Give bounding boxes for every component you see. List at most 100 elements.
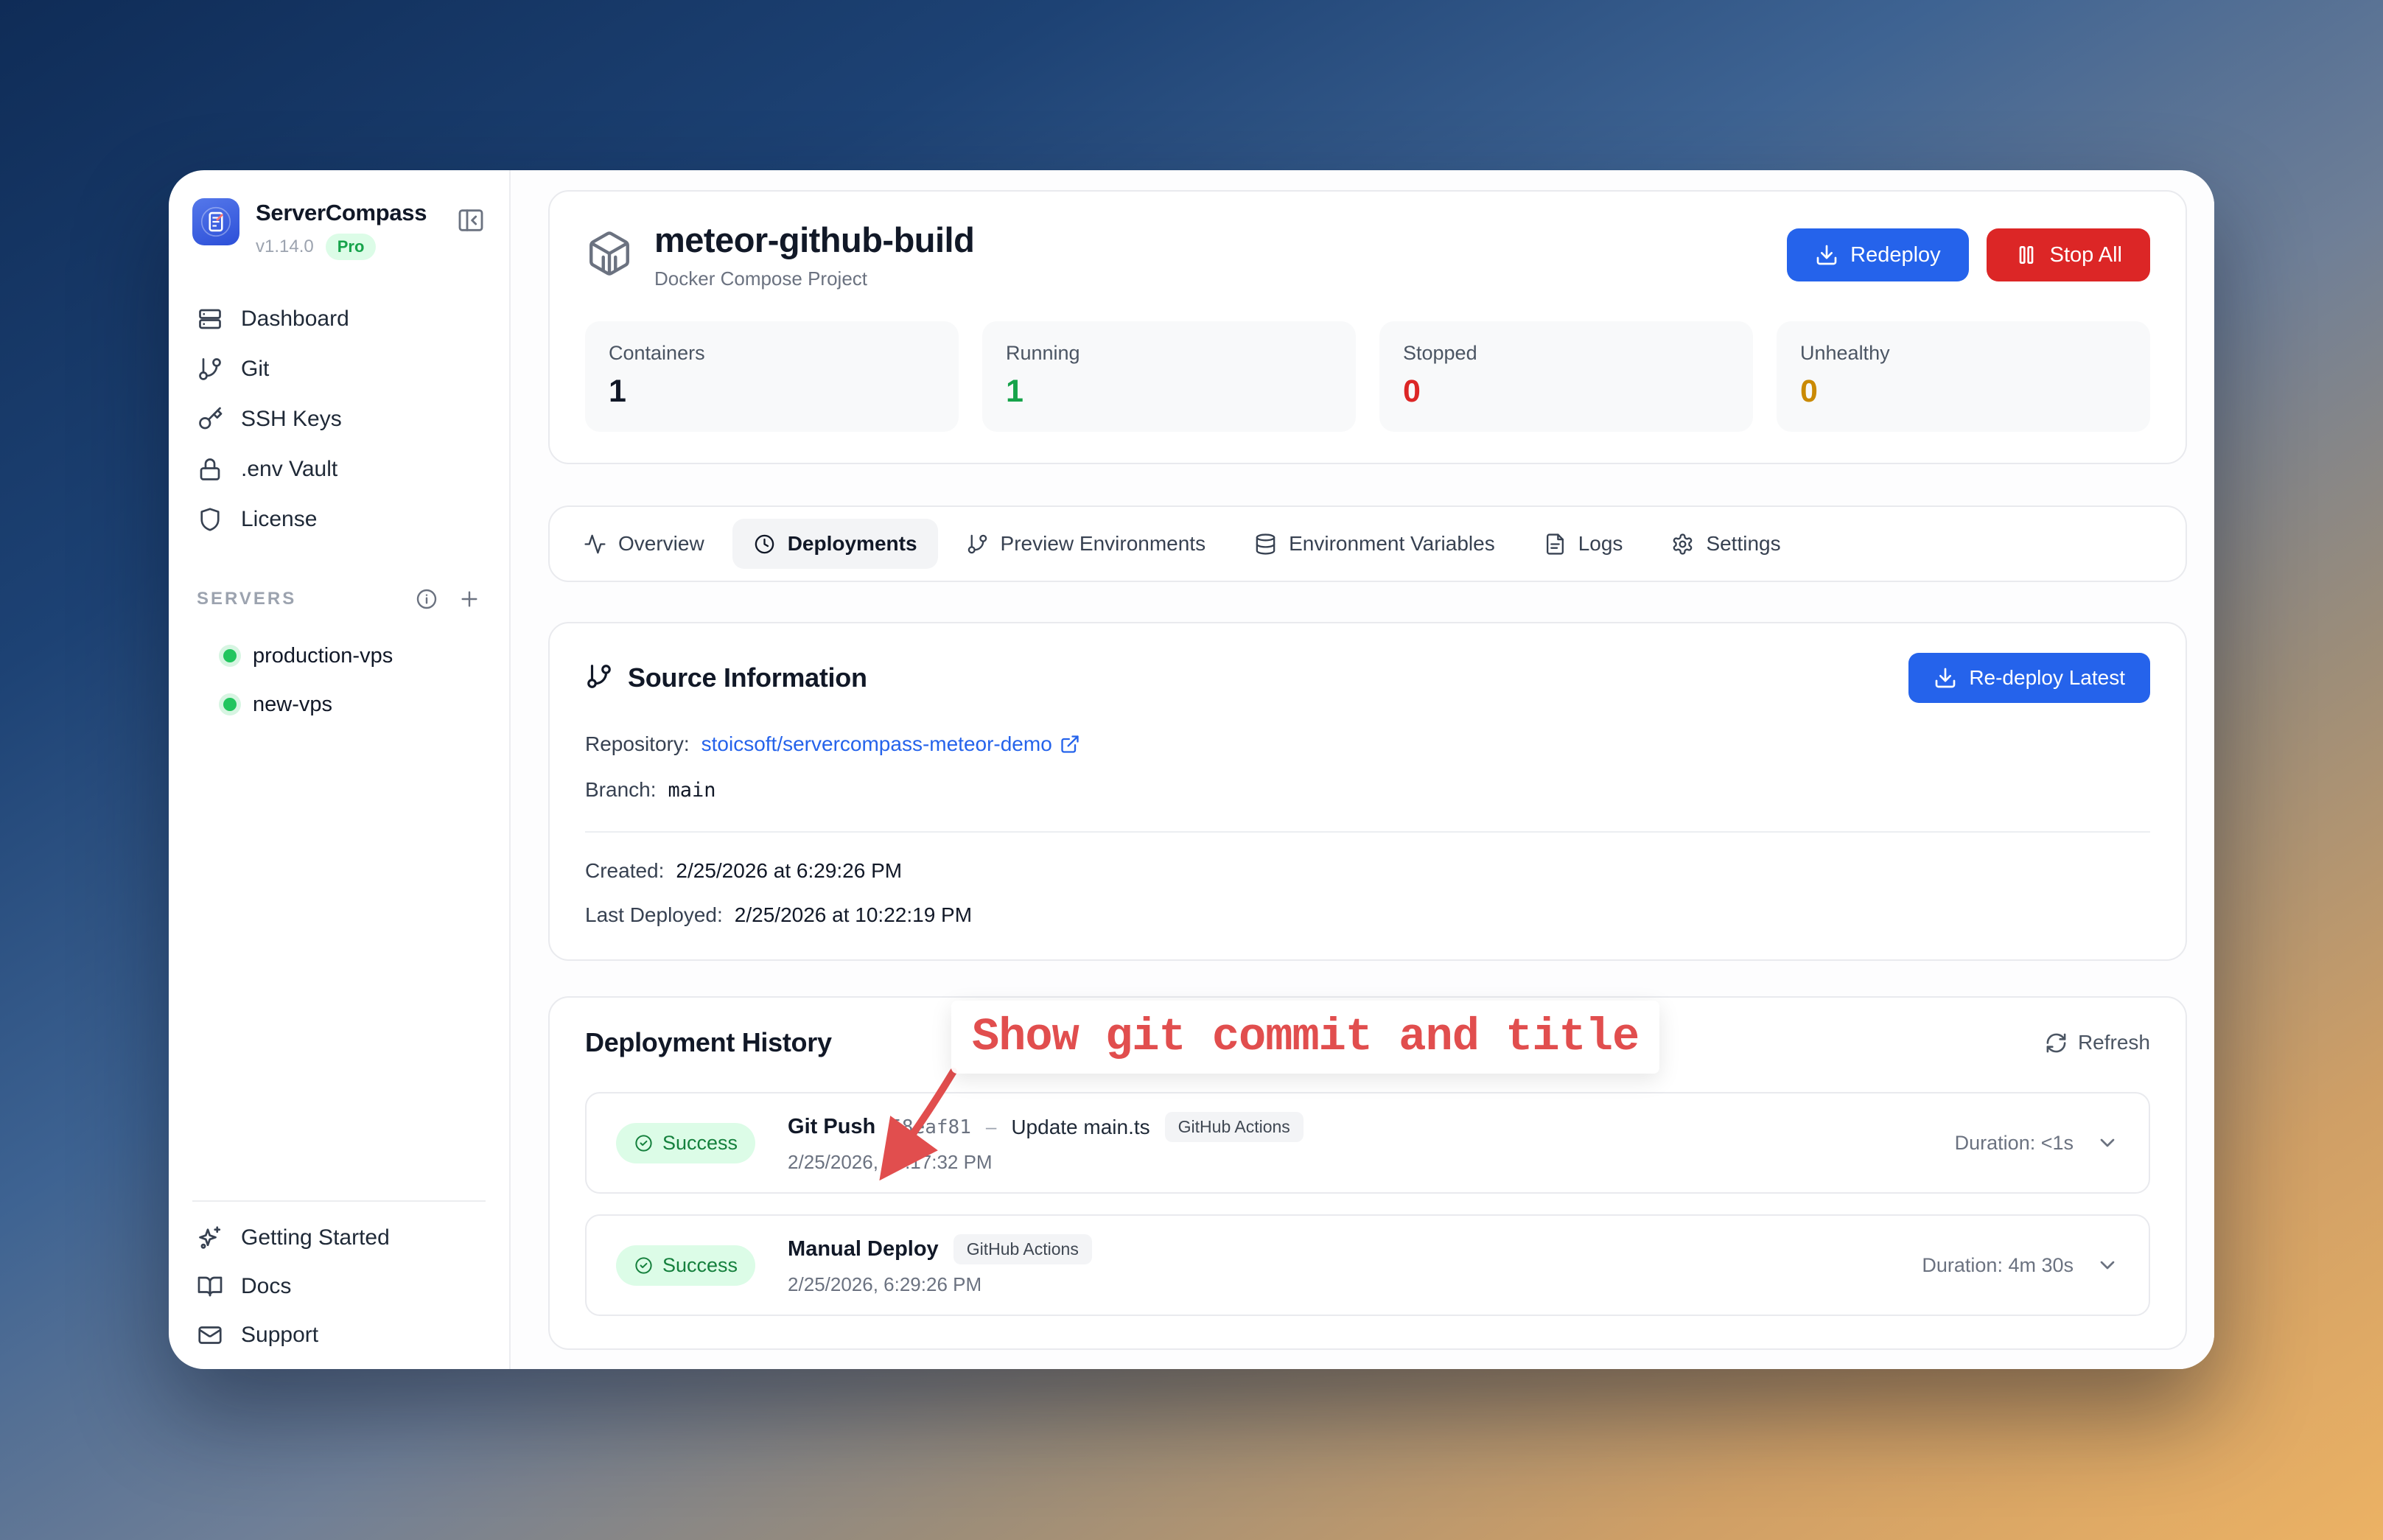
- sidebar-item-dark-mode[interactable]: Dark Mode: [192, 1359, 486, 1369]
- stat-running: Running 1: [982, 321, 1356, 432]
- server-status-dot: [223, 698, 237, 711]
- stat-stopped: Stopped 0: [1379, 321, 1753, 432]
- app-version: v1.14.0: [256, 237, 314, 257]
- deployment-duration: Duration: 4m 30s: [1922, 1254, 2074, 1277]
- lock-icon: [197, 456, 223, 483]
- created-label: Created:: [585, 859, 664, 883]
- check-circle-icon: [634, 1133, 654, 1153]
- deployment-row-git-push[interactable]: Success Git Push 58eaf81 – Update main.t…: [585, 1092, 2150, 1194]
- stat-unhealthy: Unhealthy 0: [1777, 321, 2150, 432]
- separator: –: [986, 1116, 996, 1138]
- sidebar-item-support[interactable]: Support: [192, 1311, 486, 1359]
- stop-all-button[interactable]: Stop All: [1987, 228, 2150, 281]
- sidebar-item-dashboard[interactable]: Dashboard: [192, 294, 486, 344]
- sidebar-item-env-vault[interactable]: .env Vault: [192, 444, 486, 494]
- database-icon: [1254, 533, 1277, 556]
- sidebar-item-label: Git: [241, 357, 269, 382]
- chevron-down-icon[interactable]: [2096, 1253, 2119, 1277]
- sidebar-item-ssh-keys[interactable]: SSH Keys: [192, 394, 486, 444]
- sidebar: ServerCompass v1.14.0 Pro Dashboard Git: [169, 170, 511, 1369]
- tab-environment-variables[interactable]: Environment Variables: [1234, 519, 1516, 569]
- gear-icon: [1671, 533, 1694, 556]
- server-status-dot: [223, 649, 237, 662]
- download-icon: [1934, 666, 1957, 690]
- sidebar-item-label: License: [241, 507, 317, 532]
- download-icon: [1815, 243, 1838, 267]
- tab-settings[interactable]: Settings: [1651, 519, 1801, 569]
- check-circle-icon: [634, 1256, 654, 1275]
- last-deployed-value: 2/25/2026 at 10:22:19 PM: [735, 903, 972, 927]
- project-subtitle: Docker Compose Project: [654, 267, 974, 290]
- deployment-timestamp: 2/25/2026, 6:29:26 PM: [788, 1273, 1092, 1296]
- annotation-note: Show git commit and title: [951, 1001, 1659, 1074]
- sidebar-item-label: Getting Started: [241, 1225, 390, 1250]
- chevron-down-icon[interactable]: [2096, 1131, 2119, 1155]
- clock-icon: [753, 533, 776, 556]
- desktop-background: { "app": { "name": "ServerCompass", "ver…: [0, 0, 2383, 1540]
- key-icon: [197, 406, 223, 433]
- server-name: new-vps: [253, 693, 332, 717]
- tabs-bar: Overview Deployments Preview Environment…: [548, 505, 2187, 582]
- branch-value: main: [668, 779, 716, 802]
- sidebar-item-label: .env Vault: [241, 457, 337, 482]
- git-branch-icon: [585, 662, 613, 694]
- deployment-rows: Success Git Push 58eaf81 – Update main.t…: [585, 1092, 2150, 1316]
- deployment-type: Git Push: [788, 1115, 875, 1139]
- tab-overview[interactable]: Overview: [563, 519, 725, 569]
- main-content: meteor-github-build Docker Compose Proje…: [511, 170, 2214, 1369]
- app-name: ServerCompass: [256, 200, 440, 226]
- add-server-icon[interactable]: [458, 587, 481, 611]
- server-item-production-vps[interactable]: production-vps: [192, 631, 486, 680]
- mail-icon: [197, 1322, 223, 1348]
- servers-header: SERVERS: [192, 587, 486, 611]
- repository-label: Repository:: [585, 732, 690, 756]
- book-open-icon: [197, 1273, 223, 1300]
- sparkles-icon: [197, 1225, 223, 1251]
- refresh-icon: [2045, 1032, 2068, 1054]
- sidebar-item-getting-started[interactable]: Getting Started: [192, 1214, 486, 1262]
- project-header-card: meteor-github-build Docker Compose Proje…: [548, 190, 2187, 464]
- github-actions-badge: GitHub Actions: [1165, 1112, 1304, 1142]
- status-badge: Success: [616, 1245, 755, 1286]
- sidebar-item-label: SSH Keys: [241, 407, 342, 432]
- app-logo-icon: [192, 198, 239, 245]
- file-text-icon: [1544, 533, 1567, 556]
- server-name: production-vps: [253, 644, 393, 668]
- deployment-row-manual-deploy[interactable]: Success Manual Deploy GitHub Actions 2/2…: [585, 1214, 2150, 1316]
- repository-link[interactable]: stoicsoft/servercompass-meteor-demo: [701, 732, 1080, 756]
- package-icon: [585, 229, 634, 281]
- tab-preview-environments[interactable]: Preview Environments: [945, 519, 1227, 569]
- sidebar-item-git[interactable]: Git: [192, 344, 486, 394]
- deployment-history-card: Deployment History Refresh Show git comm…: [548, 996, 2187, 1350]
- git-branch-icon: [966, 533, 989, 556]
- server-item-new-vps[interactable]: new-vps: [192, 680, 486, 729]
- pause-icon: [2015, 243, 2038, 267]
- branch-label: Branch:: [585, 778, 657, 802]
- redeploy-button[interactable]: Redeploy: [1787, 228, 1969, 281]
- info-icon[interactable]: [415, 587, 438, 611]
- redeploy-latest-button[interactable]: Re-deploy Latest: [1908, 653, 2150, 703]
- page-title: meteor-github-build: [654, 220, 974, 260]
- sidebar-collapse-icon[interactable]: [456, 206, 486, 239]
- annotation-arrow: [867, 1063, 977, 1180]
- deployment-history-title: Deployment History: [585, 1027, 832, 1058]
- refresh-button[interactable]: Refresh: [2045, 1031, 2150, 1054]
- tab-deployments[interactable]: Deployments: [732, 519, 938, 569]
- server-stack-icon: [197, 306, 223, 332]
- commit-title: Update main.ts: [1011, 1116, 1149, 1139]
- tab-logs[interactable]: Logs: [1523, 519, 1644, 569]
- divider: [585, 831, 2150, 833]
- app-window: ServerCompass v1.14.0 Pro Dashboard Git: [169, 170, 2214, 1369]
- sidebar-item-license[interactable]: License: [192, 494, 486, 545]
- container-stats: Containers 1 Running 1 Stopped 0 Unhealt…: [585, 321, 2150, 432]
- sidebar-item-docs[interactable]: Docs: [192, 1262, 486, 1311]
- plan-badge: Pro: [326, 234, 377, 260]
- sidebar-nav: Dashboard Git SSH Keys .env Vault Licens…: [192, 294, 486, 545]
- deployment-timestamp: 2/25/2026, 10:17:32 PM: [788, 1151, 1304, 1174]
- external-link-icon: [1060, 734, 1080, 755]
- servers-heading: SERVERS: [197, 589, 415, 609]
- sidebar-footer: Getting Started Docs Support Dark Mode: [192, 1200, 486, 1369]
- status-badge: Success: [616, 1123, 755, 1163]
- sidebar-item-label: Support: [241, 1323, 318, 1348]
- brand: ServerCompass v1.14.0 Pro: [192, 198, 486, 260]
